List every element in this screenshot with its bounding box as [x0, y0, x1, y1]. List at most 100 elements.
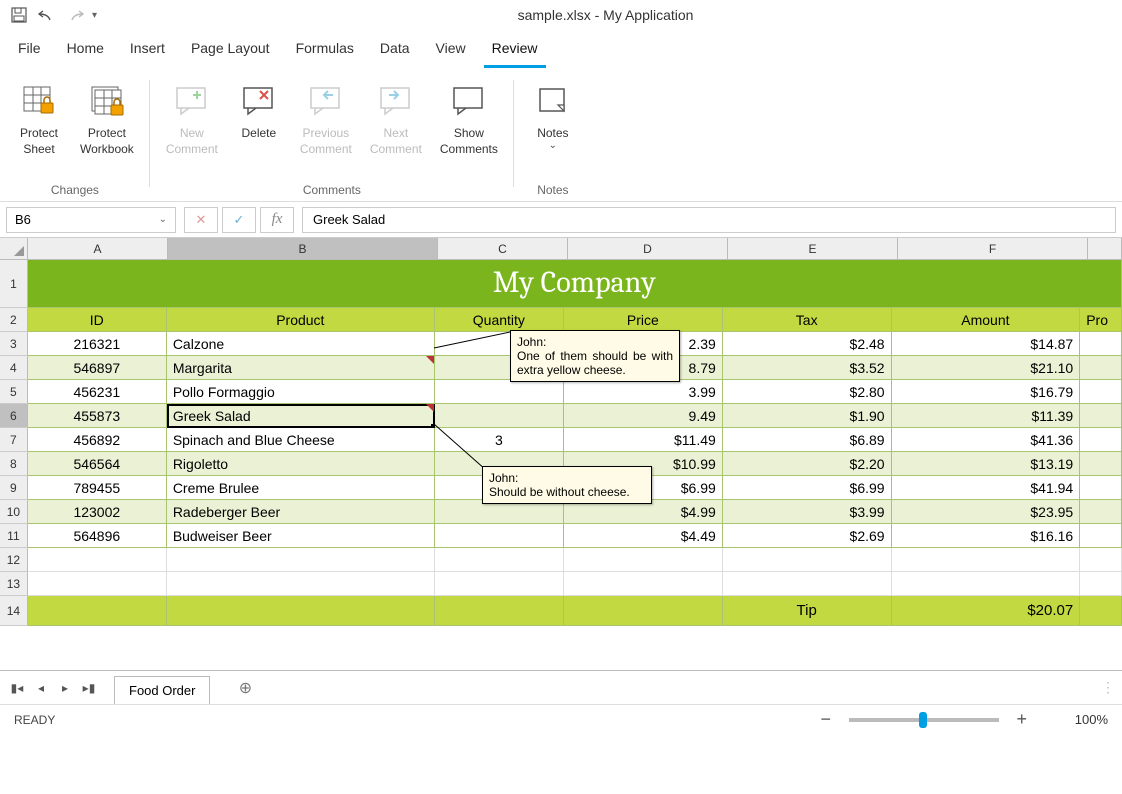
cell[interactable]: 216321 [28, 332, 167, 356]
col-header-g[interactable] [1088, 238, 1122, 259]
row-header[interactable]: 12 [0, 548, 28, 572]
cell[interactable]: Price [564, 308, 723, 332]
menu-formulas[interactable]: Formulas [292, 34, 358, 62]
notes-button[interactable]: Notes ⌄ [522, 76, 584, 183]
col-header-d[interactable]: D [568, 238, 728, 259]
cell[interactable] [435, 404, 564, 428]
cell[interactable] [435, 524, 564, 548]
cell[interactable] [435, 572, 564, 596]
cell[interactable]: $23.95 [892, 500, 1081, 524]
cell[interactable]: $16.79 [892, 380, 1081, 404]
next-sheet-icon[interactable]: ▸ [54, 677, 76, 699]
cell[interactable]: $4.49 [564, 524, 723, 548]
cell[interactable] [435, 380, 564, 404]
cell[interactable] [723, 548, 892, 572]
menu-page-layout[interactable]: Page Layout [187, 34, 274, 62]
zoom-slider[interactable] [849, 718, 999, 722]
row-header[interactable]: 4 [0, 356, 28, 380]
cell[interactable]: Tax [723, 308, 892, 332]
row-header[interactable]: 14 [0, 596, 28, 626]
formula-input[interactable]: Greek Salad [302, 207, 1116, 233]
undo-icon[interactable] [36, 4, 58, 26]
cell[interactable]: Margarita [167, 356, 435, 380]
cell[interactable] [892, 548, 1081, 572]
cell[interactable] [1080, 548, 1122, 572]
row-header[interactable]: 1 [0, 260, 28, 308]
cell[interactable]: $41.94 [892, 476, 1081, 500]
menu-view[interactable]: View [432, 34, 470, 62]
cell[interactable] [564, 572, 723, 596]
cell[interactable]: 9.49 [564, 404, 723, 428]
cell[interactable]: $2.48 [723, 332, 892, 356]
cell[interactable]: Spinach and Blue Cheese [167, 428, 435, 452]
row-header[interactable]: 8 [0, 452, 28, 476]
cell[interactable]: 456231 [28, 380, 167, 404]
row-header[interactable]: 11 [0, 524, 28, 548]
row-header[interactable]: 2 [0, 308, 28, 332]
cell[interactable]: $2.20 [723, 452, 892, 476]
cell[interactable] [167, 548, 435, 572]
cell[interactable]: Rigoletto [167, 452, 435, 476]
menu-file[interactable]: File [14, 34, 45, 62]
cell[interactable]: ID [28, 308, 167, 332]
sheet-tab[interactable]: Food Order [114, 676, 210, 704]
last-sheet-icon[interactable]: ▸▮ [78, 677, 100, 699]
row-header[interactable]: 6 [0, 404, 28, 428]
cell[interactable] [1080, 572, 1122, 596]
cell[interactable]: 564896 [28, 524, 167, 548]
cell[interactable]: 456892 [28, 428, 167, 452]
cell[interactable] [1080, 596, 1122, 626]
cell[interactable]: Quantity [435, 308, 564, 332]
tip-label-cell[interactable]: Tip [723, 596, 892, 626]
row-header[interactable]: 9 [0, 476, 28, 500]
cell[interactable]: 546564 [28, 452, 167, 476]
menu-review[interactable]: Review [488, 34, 542, 62]
cell[interactable]: Pro [1080, 308, 1122, 332]
cell[interactable]: 3.99 [564, 380, 723, 404]
cell[interactable]: $11.39 [892, 404, 1081, 428]
col-header-f[interactable]: F [898, 238, 1088, 259]
col-header-e[interactable]: E [728, 238, 898, 259]
cell[interactable] [1080, 452, 1122, 476]
cell[interactable] [28, 596, 167, 626]
cell[interactable]: $41.36 [892, 428, 1081, 452]
row-header[interactable]: 7 [0, 428, 28, 452]
cell[interactable]: $3.99 [723, 500, 892, 524]
cell[interactable] [1080, 524, 1122, 548]
cell[interactable] [564, 596, 723, 626]
cell[interactable]: Product [167, 308, 435, 332]
cell[interactable] [1080, 356, 1122, 380]
cell[interactable] [1080, 500, 1122, 524]
prev-sheet-icon[interactable]: ◂ [30, 677, 52, 699]
fx-button[interactable]: fx [260, 207, 294, 233]
show-comments-button[interactable]: ShowComments [432, 76, 506, 183]
cell[interactable]: $2.69 [723, 524, 892, 548]
col-header-c[interactable]: C [438, 238, 568, 259]
cell[interactable] [167, 596, 435, 626]
cell[interactable]: Radeberger Beer [167, 500, 435, 524]
cell[interactable]: 455873 [28, 404, 167, 428]
row-header[interactable]: 5 [0, 380, 28, 404]
col-header-a[interactable]: A [28, 238, 168, 259]
cell[interactable]: $11.49 [564, 428, 723, 452]
cell[interactable] [435, 596, 564, 626]
cell[interactable]: Calzone [167, 332, 435, 356]
cell[interactable] [1080, 476, 1122, 500]
menu-insert[interactable]: Insert [126, 34, 169, 62]
cell[interactable]: $2.80 [723, 380, 892, 404]
cell[interactable]: 123002 [28, 500, 167, 524]
select-all-cell[interactable] [0, 238, 28, 259]
menu-home[interactable]: Home [63, 34, 108, 62]
save-icon[interactable] [8, 4, 30, 26]
cell[interactable]: $16.16 [892, 524, 1081, 548]
add-sheet-button[interactable]: ⊕ [232, 675, 258, 701]
next-comment-button[interactable]: NextComment [362, 76, 430, 183]
zoom-slider-thumb[interactable] [919, 712, 927, 728]
new-comment-button[interactable]: NewComment [158, 76, 226, 183]
cell[interactable]: $13.19 [892, 452, 1081, 476]
protect-workbook-button[interactable]: ProtectWorkbook [72, 76, 142, 183]
cell[interactable] [435, 548, 564, 572]
cell[interactable] [28, 572, 167, 596]
tip-amount-cell[interactable]: $20.07 [892, 596, 1081, 626]
cell[interactable] [1080, 332, 1122, 356]
